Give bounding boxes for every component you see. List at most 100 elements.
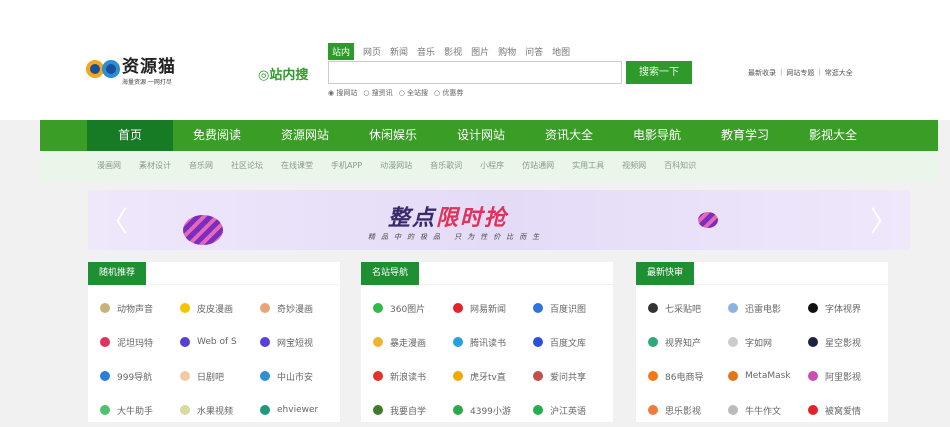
header: 资源猫 海量资源 一网打尽 ◎站内搜 站内 网页 新闻 音乐 影视 图片 购物 问答 地图 搜索… xyxy=(0,0,950,120)
site-link[interactable]: 泥坦玛特 xyxy=(100,325,180,359)
nav-item[interactable]: 教育学习 xyxy=(701,120,789,151)
site-link[interactable]: 网易新闻 xyxy=(453,291,533,325)
subnav-item[interactable]: 百科知识 xyxy=(664,151,696,181)
search-scope-radio[interactable]: ◉ 搜网站 xyxy=(328,88,357,98)
subnav-item[interactable]: 漫画网 xyxy=(97,151,121,181)
site-grid: 动物声音 皮皮漫画 奇妙漫画泥坦玛特 Web of S 网宝短视 999导航 日剧吧 中山市安… xyxy=(88,285,340,427)
subnav-item[interactable]: 动漫网站 xyxy=(380,151,412,181)
site-link[interactable]: 动物声音 xyxy=(100,291,180,325)
subnav-item[interactable]: 仿站通网 xyxy=(522,151,554,181)
site-label: 动物声音 xyxy=(117,304,154,315)
banner-next-icon[interactable]: 〉 xyxy=(870,200,898,240)
subnav-item[interactable]: 视频网 xyxy=(622,151,646,181)
card-header: 随机推荐 xyxy=(88,262,340,285)
site-link[interactable]: 新浪读书 xyxy=(373,359,453,393)
site-search-label: 站内搜 xyxy=(269,68,309,83)
site-link[interactable]: 七采贴吧 xyxy=(648,291,728,325)
site-link[interactable]: 水果视频 xyxy=(180,393,260,427)
search-tab[interactable]: 站内 xyxy=(328,43,355,60)
site-link[interactable]: 牛牛作文 xyxy=(728,393,808,427)
site-link[interactable]: 字体视界 xyxy=(808,291,888,325)
search-tab[interactable]: 问答 xyxy=(525,45,543,58)
site-link[interactable]: MetaMask xyxy=(728,359,808,393)
nav-item[interactable]: 设计网站 xyxy=(437,120,525,151)
decor-ball-icon xyxy=(698,212,718,228)
site-link[interactable]: 爱问共享 xyxy=(533,359,613,393)
site-link[interactable]: 86电商导 xyxy=(648,359,728,393)
site-link[interactable]: ehviewer xyxy=(260,393,340,427)
site-card: 名站导航 360图片 网易新闻 百度识图 暴走漫画 腾讯读书 百度文库 新浪读书 虎牙tv直 爱问… xyxy=(361,262,613,422)
site-link[interactable]: 皮皮漫画 xyxy=(180,291,260,325)
site-favicon-icon xyxy=(453,371,463,381)
search-input[interactable] xyxy=(328,61,622,84)
nav-item[interactable]: 资讯大全 xyxy=(525,120,613,151)
subnav-item[interactable]: 实用工具 xyxy=(572,151,604,181)
site-link[interactable]: 999导航 xyxy=(100,359,180,393)
banner-subtitle: 精品中的极品 只为性价比而生 xyxy=(368,233,546,241)
site-favicon-icon xyxy=(100,303,110,313)
nav-item[interactable]: 电影导航 xyxy=(613,120,701,151)
site-link[interactable]: 我要自学 xyxy=(373,393,453,427)
site-favicon-icon xyxy=(533,303,543,313)
site-link[interactable]: 虎牙tv直 xyxy=(453,359,533,393)
site-link[interactable]: 腾讯读书 xyxy=(453,325,533,359)
nav-item[interactable]: 休闲娱乐 xyxy=(349,120,437,151)
quick-link[interactable]: 最新收录 xyxy=(748,68,776,78)
site-favicon-icon xyxy=(728,303,738,313)
site-label: 网易新闻 xyxy=(470,304,507,315)
site-link[interactable]: 暴走漫画 xyxy=(373,325,453,359)
subnav-item[interactable]: 素材设计 xyxy=(139,151,171,181)
site-favicon-icon xyxy=(373,371,383,381)
subnav-item[interactable]: 手机APP xyxy=(331,151,362,181)
site-favicon-icon xyxy=(180,337,190,347)
site-link[interactable]: 百度识图 xyxy=(533,291,613,325)
banner-prev-icon[interactable]: 〈 xyxy=(100,200,128,240)
nav-item[interactable]: 免费阅读 xyxy=(173,120,261,151)
search-scope-radio[interactable]: ○ 搜资讯 xyxy=(363,88,392,98)
search-scope-radio[interactable]: ○ 全站搜 xyxy=(399,88,428,98)
search-tab[interactable]: 影视 xyxy=(444,45,462,58)
search-tab[interactable]: 音乐 xyxy=(417,45,435,58)
nav-item[interactable]: 影视大全 xyxy=(789,120,877,151)
site-link[interactable]: 大牛助手 xyxy=(100,393,180,427)
nav-item[interactable]: 首页 xyxy=(87,120,173,151)
search-scope-radio[interactable]: ○ 优惠券 xyxy=(434,88,463,98)
quick-link[interactable]: 网站专题 xyxy=(786,68,814,78)
subnav-item[interactable]: 社区论坛 xyxy=(231,151,263,181)
site-link[interactable]: 中山市安 xyxy=(260,359,340,393)
site-link[interactable]: 思乐影视 xyxy=(648,393,728,427)
divider: | xyxy=(780,68,783,76)
subnav-item[interactable]: 音乐网 xyxy=(189,151,213,181)
search-tab[interactable]: 图片 xyxy=(471,45,489,58)
site-link[interactable]: 奇妙漫画 xyxy=(260,291,340,325)
site-link[interactable]: 沪江英语 xyxy=(533,393,613,427)
subnav-item[interactable]: 音乐歌词 xyxy=(430,151,462,181)
site-link[interactable]: 网宝短视 xyxy=(260,325,340,359)
promo-banner[interactable]: 〈 〉 整点限时抢 精品中的极品 只为性价比而生 xyxy=(88,190,910,250)
site-link[interactable]: 迅雷电影 xyxy=(728,291,808,325)
search-tab[interactable]: 网页 xyxy=(363,45,381,58)
site-label: 字体视界 xyxy=(825,304,862,315)
site-link[interactable]: Web of S xyxy=(180,325,260,359)
search-button[interactable]: 搜索一下 xyxy=(626,61,692,84)
site-link[interactable]: 日剧吧 xyxy=(180,359,260,393)
search-tab[interactable]: 新闻 xyxy=(390,45,408,58)
nav-item[interactable]: 资源网站 xyxy=(261,120,349,151)
site-link[interactable]: 阿里影视 xyxy=(808,359,888,393)
subnav-item[interactable]: 小程序 xyxy=(480,151,504,181)
site-link[interactable]: 4399小游 xyxy=(453,393,533,427)
site-logo[interactable]: 资源猫 海量资源 一网打尽 xyxy=(86,52,176,86)
search-tab[interactable]: 购物 xyxy=(498,45,516,58)
site-link[interactable]: 360图片 xyxy=(373,291,453,325)
search-tab[interactable]: 地图 xyxy=(552,45,570,58)
site-link[interactable]: 视界知产 xyxy=(648,325,728,359)
site-link[interactable]: 被窝爱情 xyxy=(808,393,888,427)
quick-link[interactable]: 常逛大全 xyxy=(825,68,853,78)
search-tabs: 站内 网页 新闻 音乐 影视 图片 购物 问答 地图 xyxy=(328,43,570,60)
site-link[interactable]: 字如网 xyxy=(728,325,808,359)
subnav-item[interactable]: 在线课堂 xyxy=(281,151,313,181)
site-link[interactable]: 百度文库 xyxy=(533,325,613,359)
site-card: 随机推荐动物声音 皮皮漫画 奇妙漫画泥坦玛特 Web of S 网宝短视 999导航 日剧吧… xyxy=(88,262,340,422)
site-link[interactable]: 星空影视 xyxy=(808,325,888,359)
site-label: 腾讯读书 xyxy=(470,338,507,349)
